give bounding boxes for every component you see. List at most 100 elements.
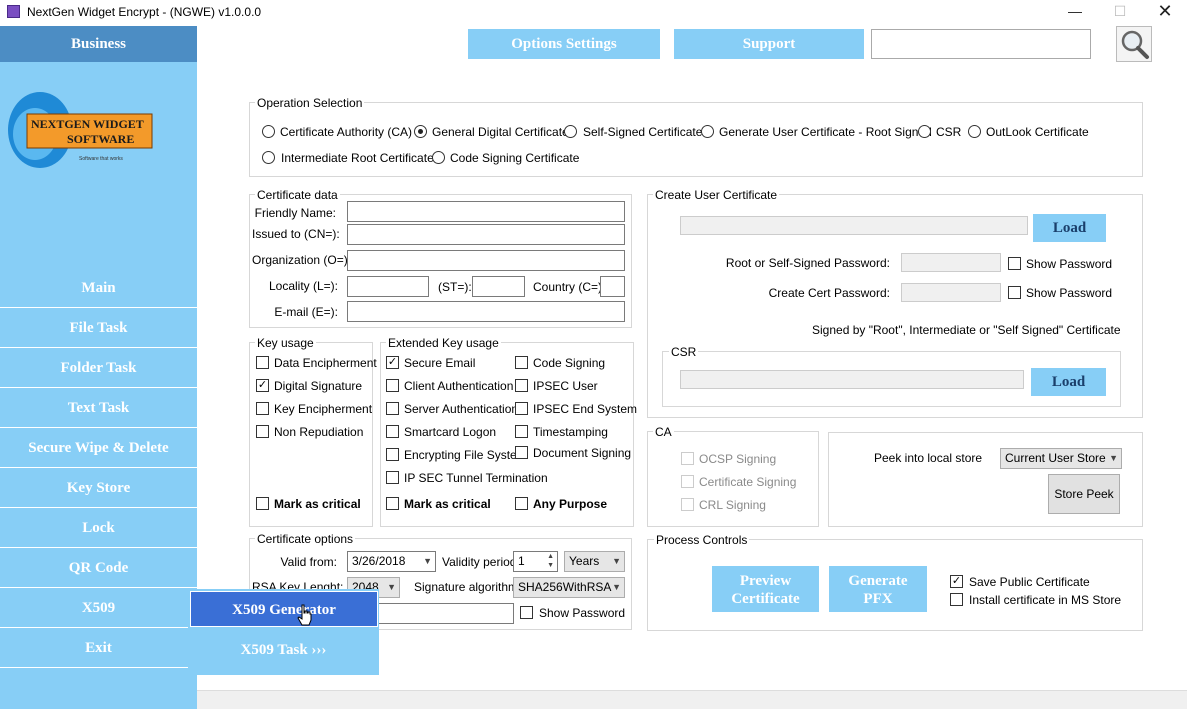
data-encipherment-checkbox[interactable] <box>256 356 269 369</box>
radio-ca[interactable] <box>262 125 275 138</box>
nav-lock[interactable]: Lock <box>0 508 197 548</box>
validity-unit-select[interactable]: Years ▼ <box>564 551 625 572</box>
search-input[interactable] <box>871 29 1091 59</box>
friendly-name-label: Friendly Name: <box>254 206 336 220</box>
options-settings-button[interactable]: Options Settings <box>468 29 660 59</box>
install-ms-store-label: Install certificate in MS Store <box>969 593 1122 607</box>
install-ms-store-checkbox[interactable] <box>950 593 963 606</box>
signature-algorithm-select[interactable]: SHA256WithRSA ▼ <box>513 577 625 598</box>
maximize-icon[interactable]: ☐ <box>1097 0 1143 24</box>
spinner-arrows-icon[interactable]: ▲ ▼ <box>547 552 554 570</box>
valid-from-picker[interactable]: 3/26/2018 ▼ <box>347 551 436 572</box>
key-usage-critical-label: Mark as critical <box>274 497 361 511</box>
key-usage-critical-checkbox[interactable] <box>256 497 269 510</box>
radio-self-signed[interactable] <box>564 125 577 138</box>
signature-algorithm-label: Signature algorithm: <box>414 580 522 594</box>
radio-user-root-signed-label: Generate User Certificate - Root Signed <box>719 125 932 139</box>
create-cert-password-input[interactable] <box>901 283 1001 302</box>
root-cert-path-input[interactable] <box>680 216 1028 235</box>
minimize-icon[interactable]: — <box>1052 0 1098 24</box>
secure-email-label: Secure Email <box>404 356 476 370</box>
nav-key-store[interactable]: Key Store <box>0 468 197 508</box>
document-signing-checkbox[interactable] <box>515 446 528 459</box>
friendly-name-input[interactable] <box>347 201 625 222</box>
csr-legend: CSR <box>669 345 699 359</box>
radio-outlook[interactable] <box>968 125 981 138</box>
nav-file-task[interactable]: File Task <box>0 308 197 348</box>
country-input[interactable] <box>600 276 625 297</box>
x509-task-menu-item[interactable]: X509 Task ››› <box>188 631 379 669</box>
nav-main[interactable]: Main <box>0 268 197 308</box>
secure-email-checkbox[interactable]: ✓ <box>386 356 399 369</box>
show-password-checkbox[interactable] <box>520 606 533 619</box>
organization-input[interactable] <box>347 250 625 271</box>
show-create-password-checkbox[interactable] <box>1008 286 1021 299</box>
app-icon <box>7 5 20 18</box>
locality-input[interactable] <box>347 276 429 297</box>
radio-user-root-signed[interactable] <box>701 125 714 138</box>
magnifier-icon[interactable] <box>1116 26 1152 62</box>
data-encipherment-label: Data Encipherment <box>274 356 377 370</box>
load-csr-button[interactable]: Load <box>1031 368 1106 396</box>
support-button[interactable]: Support <box>674 29 864 59</box>
preview-line2: Certificate <box>731 591 800 607</box>
nav-exit[interactable]: Exit <box>0 628 197 668</box>
csr-path-input[interactable] <box>680 370 1024 389</box>
nav-secure-wipe[interactable]: Secure Wipe & Delete <box>0 428 197 468</box>
create-cert-password-label: Create Cert Password: <box>768 286 890 300</box>
key-encipherment-checkbox[interactable] <box>256 402 269 415</box>
efs-label: Encrypting File System <box>404 448 527 462</box>
x509-generator-menu-item[interactable]: X509 Generator <box>190 591 378 627</box>
smartcard-logon-checkbox[interactable] <box>386 425 399 438</box>
user-certificate-legend: Create User Certificate <box>653 188 780 202</box>
radio-intermediate-root[interactable] <box>262 151 275 164</box>
radio-code-signing[interactable] <box>432 151 445 164</box>
root-password-input[interactable] <box>901 253 1001 272</box>
extended-key-usage-legend: Extended Key usage <box>386 336 501 350</box>
save-public-cert-checkbox[interactable]: ✓ <box>950 575 963 588</box>
chevron-down-icon: ▼ <box>387 582 396 592</box>
show-root-password-label: Show Password <box>1026 257 1113 271</box>
nav-qr-code[interactable]: QR Code <box>0 548 197 588</box>
ipsec-user-checkbox[interactable] <box>515 379 528 392</box>
title-bar: NextGen Widget Encrypt - (NGWE) v1.0.0.0… <box>0 0 1187 24</box>
store-peek-button[interactable]: Store Peek <box>1048 474 1120 514</box>
client-auth-checkbox[interactable] <box>386 379 399 392</box>
nav-text-task[interactable]: Text Task <box>0 388 197 428</box>
nav-x509[interactable]: X509 <box>0 588 197 628</box>
crl-signing-checkbox[interactable] <box>681 498 694 511</box>
nav-folder-task[interactable]: Folder Task <box>0 348 197 388</box>
any-purpose-label: Any Purpose <box>533 497 608 511</box>
show-password-label: Show Password <box>539 606 626 620</box>
efs-checkbox[interactable] <box>386 448 399 461</box>
store-select[interactable]: Current User Store ▼ <box>1000 448 1122 469</box>
client-auth-label: Client Authentication <box>404 379 514 393</box>
certificate-signing-checkbox[interactable] <box>681 475 694 488</box>
code-signing-checkbox[interactable] <box>515 356 528 369</box>
radio-general-digital[interactable] <box>414 125 427 138</box>
ipsec-tunnel-checkbox[interactable] <box>386 471 399 484</box>
radio-csr-label: CSR <box>936 125 962 139</box>
radio-csr[interactable] <box>918 125 931 138</box>
chevron-down-icon: ▼ <box>423 556 432 566</box>
valid-from-value: 3/26/2018 <box>352 554 406 568</box>
non-repudiation-checkbox[interactable] <box>256 425 269 438</box>
server-auth-checkbox[interactable] <box>386 402 399 415</box>
preview-certificate-button[interactable]: Preview Certificate <box>712 566 819 612</box>
generate-pfx-button[interactable]: Generate PFX <box>829 566 927 612</box>
timestamping-checkbox[interactable] <box>515 425 528 438</box>
email-input[interactable] <box>347 301 625 322</box>
validity-period-spinner[interactable]: 1 ▲ ▼ <box>513 551 558 572</box>
show-root-password-checkbox[interactable] <box>1008 257 1021 270</box>
ocsp-signing-checkbox[interactable] <box>681 452 694 465</box>
any-purpose-checkbox[interactable] <box>515 497 528 510</box>
sidebar-header: Business <box>0 26 197 62</box>
cn-input[interactable] <box>347 224 625 245</box>
close-icon[interactable]: ✕ <box>1142 0 1187 24</box>
load-root-button[interactable]: Load <box>1033 214 1106 242</box>
radio-outlook-label: OutLook Certificate <box>986 125 1089 139</box>
state-input[interactable] <box>472 276 525 297</box>
digital-signature-checkbox[interactable]: ✓ <box>256 379 269 392</box>
ext-critical-checkbox[interactable] <box>386 497 399 510</box>
ipsec-end-system-checkbox[interactable] <box>515 402 528 415</box>
